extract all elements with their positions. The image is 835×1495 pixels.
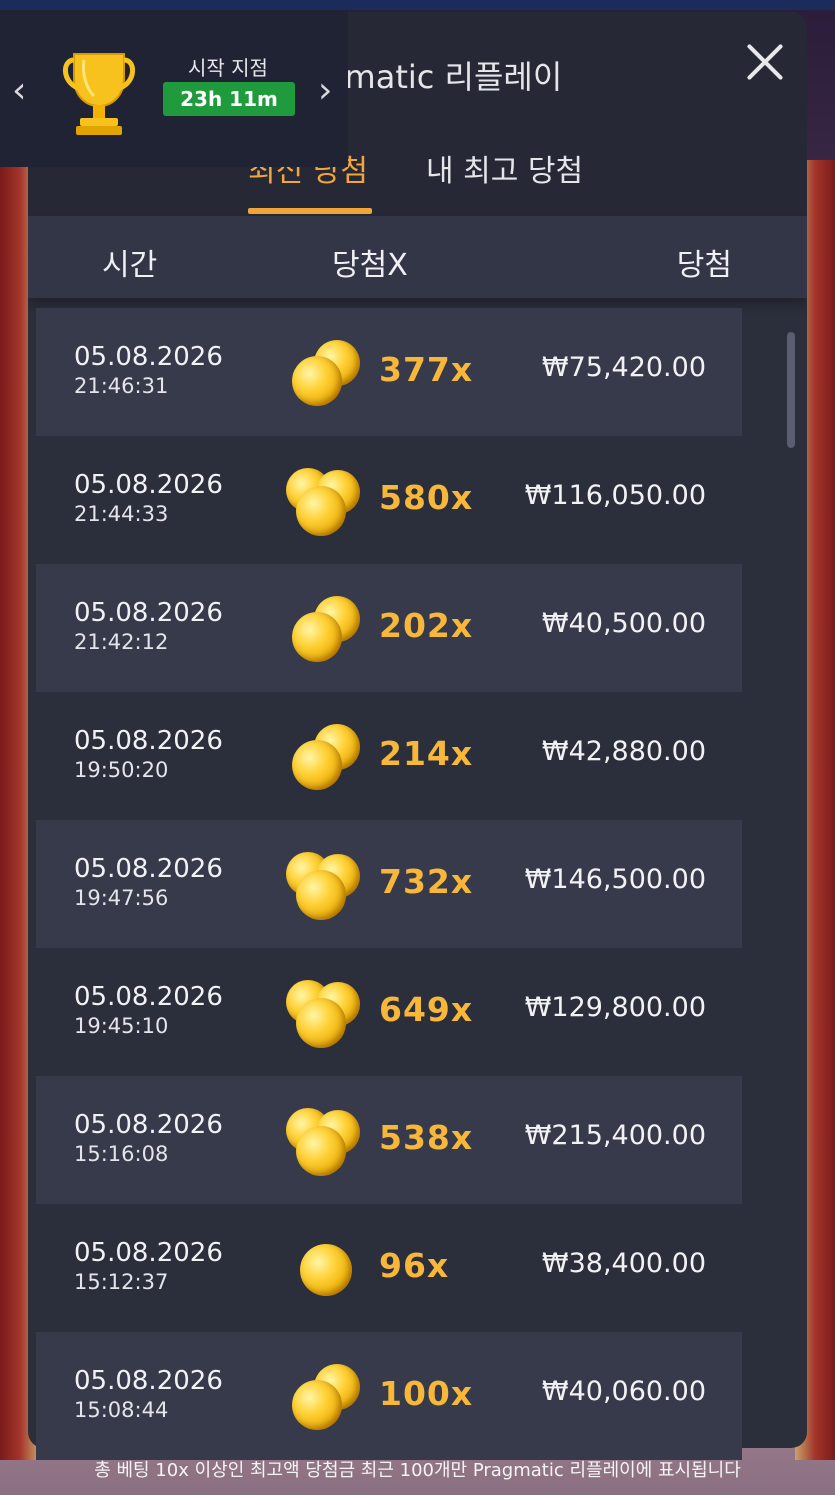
row-time: 15:08:44 <box>74 1398 169 1422</box>
chevron-right-icon[interactable]: › <box>318 70 332 111</box>
column-header-multiplier: 당첨X <box>332 248 408 283</box>
row-multiplier: 377x <box>379 350 474 389</box>
active-tab-indicator <box>248 208 372 214</box>
row-multiplier: 538x <box>379 1118 474 1157</box>
row-multiplier: 649x <box>379 990 474 1029</box>
list-scrollbar[interactable] <box>787 332 795 448</box>
tournament-label: 시작 지점 <box>188 56 268 80</box>
row-win-amount: ₩116,050.00 <box>524 480 706 511</box>
row-time: 19:50:20 <box>74 758 169 782</box>
row-time: 15:16:08 <box>74 1142 169 1166</box>
row-win-amount: ₩40,500.00 <box>541 608 706 639</box>
table-row: 05.08.2026 15:08:44 100x ₩40,060.00 <box>36 1332 742 1460</box>
row-win-amount: ₩38,400.00 <box>541 1248 706 1279</box>
gold-coins-icon <box>286 336 370 408</box>
tournament-timer: 23h 11m <box>163 82 295 116</box>
table-row: 05.08.2026 21:44:33 580x ₩116,050.00 <box>36 436 742 564</box>
table-row: 05.08.2026 19:45:10 649x ₩129,800.00 <box>36 948 742 1076</box>
table-row: 05.08.2026 15:16:08 538x ₩215,400.00 <box>36 1076 742 1204</box>
close-button[interactable] <box>741 38 789 86</box>
row-date: 05.08.2026 <box>74 1238 223 1268</box>
row-win-amount: ₩146,500.00 <box>524 864 706 895</box>
gold-coins-icon <box>286 1232 370 1304</box>
row-date: 05.08.2026 <box>74 598 223 628</box>
row-time: 19:45:10 <box>74 1014 169 1038</box>
row-multiplier: 732x <box>379 862 474 901</box>
gold-coins-icon <box>286 848 370 920</box>
row-win-amount: ₩75,420.00 <box>541 352 706 383</box>
row-date: 05.08.2026 <box>74 854 223 884</box>
table-row: 05.08.2026 19:47:56 732x ₩146,500.00 <box>36 820 742 948</box>
gold-coins-icon <box>286 464 370 536</box>
row-win-amount: ₩42,880.00 <box>541 736 706 767</box>
row-multiplier: 100x <box>379 1374 474 1413</box>
row-multiplier: 202x <box>379 606 474 645</box>
table-row: 05.08.2026 21:42:12 202x ₩40,500.00 <box>36 564 742 692</box>
column-header-row: 시간 당첨X 당첨 <box>28 216 807 298</box>
row-time: 21:44:33 <box>74 502 169 526</box>
row-multiplier: 214x <box>379 734 474 773</box>
table-row: 05.08.2026 21:46:31 377x ₩75,420.00 <box>36 308 742 436</box>
row-multiplier: 580x <box>379 478 474 517</box>
row-win-amount: ₩215,400.00 <box>524 1120 706 1151</box>
table-row: 05.08.2026 15:12:37 96x ₩38,400.00 <box>36 1204 742 1332</box>
row-date: 05.08.2026 <box>74 342 223 372</box>
row-time: 21:42:12 <box>74 630 169 654</box>
footer-note: 총 베팅 10x 이상인 최고액 당첨금 최근 100개만 Pragmatic … <box>94 1460 741 1481</box>
gold-coins-icon <box>286 1104 370 1176</box>
row-win-amount: ₩129,800.00 <box>524 992 706 1023</box>
tournament-widget[interactable]: ‹ 시작 지점 23h 11m › <box>0 10 348 167</box>
row-date: 05.08.2026 <box>74 1110 223 1140</box>
trophy-icon <box>63 53 135 135</box>
row-win-amount: ₩40,060.00 <box>541 1376 706 1407</box>
row-time: 19:47:56 <box>74 886 169 910</box>
column-header-time: 시간 <box>102 248 158 283</box>
top-edge-bar <box>0 0 835 10</box>
tab-my-best-wins[interactable]: 내 최고 당첨 <box>426 146 583 190</box>
row-multiplier: 96x <box>379 1246 450 1285</box>
table-row: 05.08.2026 19:50:20 214x ₩42,880.00 <box>36 692 742 820</box>
row-time: 21:46:31 <box>74 374 169 398</box>
row-date: 05.08.2026 <box>74 1366 223 1396</box>
column-header-win: 당첨 <box>676 248 732 283</box>
row-date: 05.08.2026 <box>74 726 223 756</box>
gold-coins-icon <box>286 976 370 1048</box>
gold-coins-icon <box>286 1360 370 1432</box>
row-date: 05.08.2026 <box>74 470 223 500</box>
row-date: 05.08.2026 <box>74 982 223 1012</box>
chevron-left-icon[interactable]: ‹ <box>12 70 26 111</box>
gold-coins-icon <box>286 592 370 664</box>
gold-coins-icon <box>286 720 370 792</box>
row-time: 15:12:37 <box>74 1270 169 1294</box>
